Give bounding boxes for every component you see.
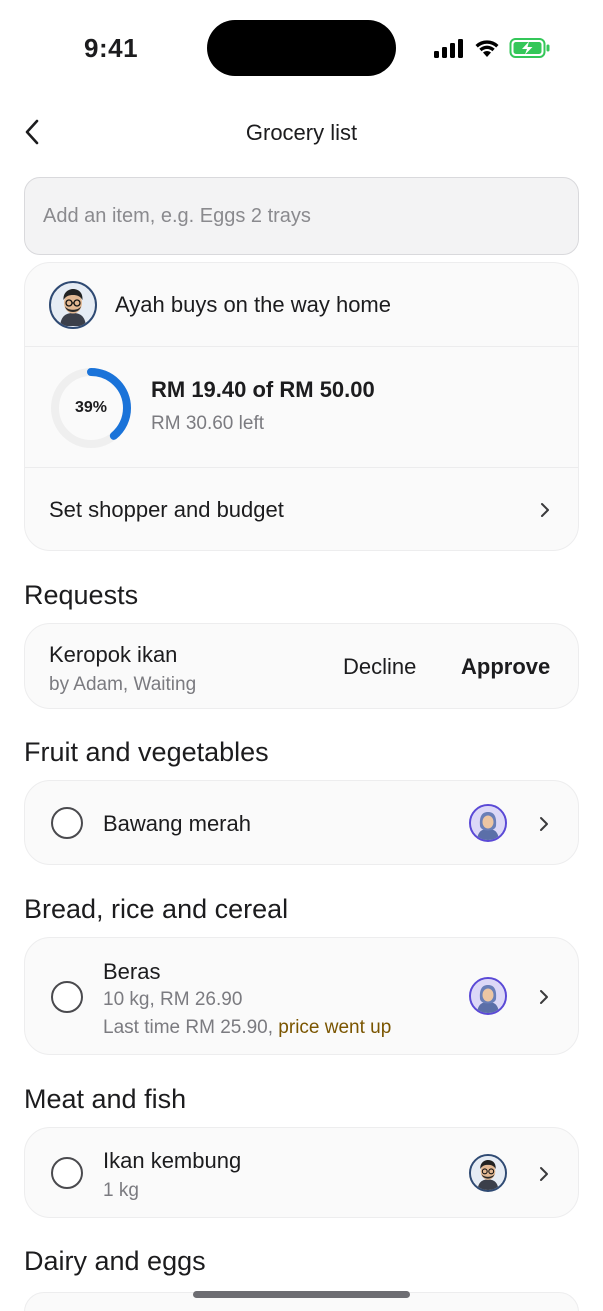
item-checkbox[interactable] [51,1157,83,1189]
signal-icon [434,39,463,58]
item-detail: 10 kg, RM 26.90 [103,989,243,1010]
section-title-bread-rice-cereal: Bread, rice and cereal [24,894,289,924]
item-name: Ikan kembung [103,1148,242,1173]
add-item-input[interactable] [25,178,578,254]
item-checkbox[interactable] [51,981,83,1013]
list-item[interactable]: Bawang merah [24,780,579,865]
page-title: Grocery list [245,120,358,145]
nav-bar: Grocery list [0,104,603,162]
list-item[interactable]: Ikan kembung 1 kg [24,1127,579,1218]
man-with-glasses-avatar-icon [469,1154,507,1192]
item-name: Beras [103,959,161,984]
add-item-field [24,177,579,255]
section-title-fruit-vegetables: Fruit and vegetables [24,737,269,767]
decline-button[interactable]: Decline [343,654,416,680]
item-checkbox[interactable] [51,807,83,839]
budget-percent: 39% [74,399,108,416]
section-title-dairy-eggs: Dairy and eggs [24,1246,206,1276]
status-bar: 9:41 [0,0,603,96]
woman-hijab-avatar-icon [469,804,507,842]
section-title-meat-fish: Meat and fish [24,1084,187,1114]
wifi-icon [475,40,499,57]
status-time: 9:41 [84,33,139,63]
list-item[interactable]: Beras 10 kg, RM 26.90 Last time RM 25.90… [24,937,579,1055]
home-indicator[interactable] [193,1291,410,1298]
request-card: Keropok ikan by Adam, Waiting Decline Ap… [24,623,579,709]
avatar [49,280,97,329]
budget-remaining: RM 30.60 left [151,413,264,434]
item-last-price: Last time RM 25.90, [103,1017,279,1038]
woman-hijab-avatar-icon [469,977,507,1015]
battery-charging-icon [509,38,550,58]
request-item-name: Keropok ikan [49,642,178,667]
dynamic-island [207,20,396,76]
section-title-requests: Requests [24,580,139,610]
item-name: Bawang merah [103,811,251,836]
approve-button[interactable]: Approve [461,654,550,680]
chevron-right-icon [538,501,552,519]
man-with-glasses-avatar-icon [52,283,94,326]
shopper-row[interactable]: Ayah buys on the way home [25,263,578,347]
budget-progress-ring: 39% [47,364,135,452]
chevron-right-icon [537,988,551,1006]
chevron-right-icon [537,1165,551,1183]
shopper-budget-card: Ayah buys on the way home 39% RM 19.40 o… [24,262,579,551]
item-price-history: Last time RM 25.90, price went up [103,1017,391,1039]
budget-amount: RM 19.40 of RM 50.00 [151,377,375,402]
request-item-meta: by Adam, Waiting [49,674,197,695]
status-icons [433,37,551,59]
budget-row: 39% RM 19.40 of RM 50.00 RM 30.60 left [25,347,578,468]
item-detail: 1 kg [103,1180,139,1201]
shopper-label: Ayah buys on the way home [115,291,391,317]
chevron-right-icon [537,815,551,833]
set-shopper-budget-label: Set shopper and budget [49,497,284,522]
set-shopper-budget-row[interactable]: Set shopper and budget [25,468,578,552]
price-warning: price went up [278,1017,392,1038]
